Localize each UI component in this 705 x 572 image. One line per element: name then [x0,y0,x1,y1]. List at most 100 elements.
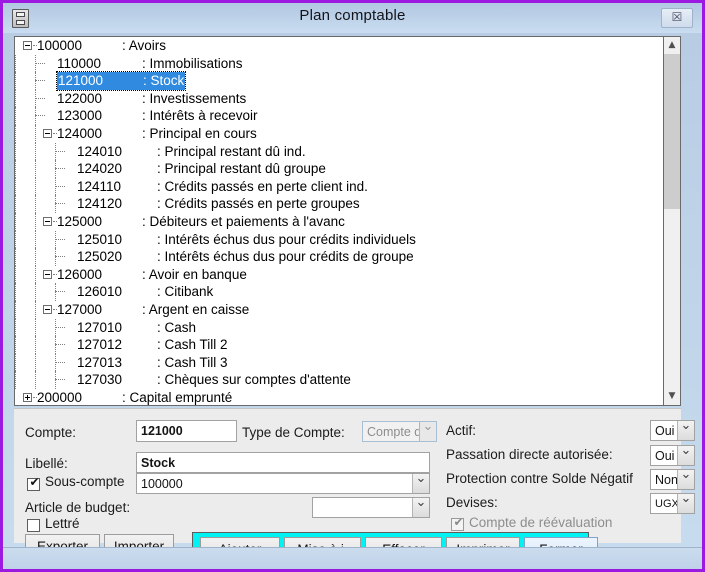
tree-row[interactable]: 123000: Intérêts à recevoir [15,107,663,125]
account-code: 127012 [77,337,123,353]
tree-row-label: 125010: Intérêts échus dus pour crédits … [77,231,416,249]
tree-row[interactable]: 127030: Chèques sur comptes d'attente [15,371,663,389]
protection-solde-negatif-select[interactable]: Non [650,469,695,490]
account-name: : Avoir en banque [142,266,247,282]
tree-row[interactable]: 124120: Crédits passés en perte groupes [15,195,663,213]
chevron-down-icon[interactable] [412,474,429,493]
collapse-node-icon[interactable] [43,128,52,138]
actif-label: Actif: [446,423,477,438]
scroll-up-button[interactable]: ▲ [664,37,680,54]
devises-select[interactable]: UGX [650,493,695,514]
tree-row[interactable]: 125020 : Intérêts échus dus pour crédits … [15,248,663,266]
tree-elbow-line [55,379,65,381]
tree-guide-line [15,142,16,161]
sous-compte-select[interactable]: 100000 [136,473,430,494]
account-name: : Cash Till 3 [157,354,228,370]
account-code: 124010 [77,143,123,159]
account-name: : Intérêts échus dus pour crédits de gro… [157,249,414,265]
tree-row[interactable]: 121000: Stock [15,71,663,91]
tree-row-label: 127000: Argent en caisse [57,301,249,319]
tree-row-label: 125000: Débiteurs et paiements à l'avanc [57,213,345,231]
tree-row[interactable]: 126010: Citibank [15,283,663,301]
tree-row[interactable]: 124020 : Principal restant dû groupe [15,160,663,178]
tree-guide-line [35,230,36,249]
account-code: 124020 [77,161,123,177]
account-code: 127013 [77,354,123,370]
tree-row-label: 124120: Crédits passés en perte groupes [77,195,360,213]
tree-guide-line [35,265,36,284]
actif-select[interactable]: Oui [650,420,695,441]
tree-elbow-line [35,115,45,117]
compte-input[interactable] [136,420,237,442]
account-detail-form: Compte: Type de Compte: Compte de Libell… [14,408,695,543]
passation-directe-select[interactable]: Oui [650,445,695,466]
tree-guide-line [15,353,16,372]
passation-directe-label: Passation directe autorisée: [446,447,613,462]
tree-row[interactable]: 124110: Crédits passés en perte client i… [15,177,663,196]
chevron-down-icon[interactable] [677,446,694,465]
account-tree-list[interactable]: 100000: Avoirs 110000: Immobilisations 121… [15,37,663,405]
account-code: 124110 [77,178,122,194]
tree-guide-line [35,124,36,143]
chevron-down-icon[interactable] [677,470,694,489]
libelle-input[interactable] [136,452,430,473]
sous-compte-label: Sous-compte [45,474,125,489]
account-name: : Principal restant dû groupe [157,161,326,177]
collapse-node-icon[interactable] [43,216,52,226]
collapse-node-icon[interactable] [43,304,52,314]
tree-elbow-line [55,256,65,258]
account-code: 125000 [57,213,103,229]
tree-row[interactable]: 127013 : Cash Till 3 [15,353,663,372]
tree-guide-line [15,265,16,284]
chevron-down-icon[interactable] [412,498,429,517]
tree-row-label: 124000: Principal en cours [57,125,257,143]
compte-reevaluation-label: Compte de réévaluation [469,515,613,530]
tree-row[interactable]: 200000: Capital emprunté [15,389,663,405]
tree-guide-line [35,248,36,266]
tree-row[interactable]: 127010: Cash [15,318,663,337]
article-de-budget-select[interactable] [312,497,430,518]
tree-row-label: 100000: Avoirs [37,37,166,55]
chevron-down-icon[interactable] [677,494,694,513]
account-tree-panel[interactable]: 100000: Avoirs 110000: Immobilisations 121… [14,36,681,406]
account-code: 127010 [77,319,123,335]
tree-row[interactable]: 122000: Investissements [15,89,663,108]
tree-elbow-line [55,150,65,152]
tree-guide-line [15,160,16,178]
tree-row[interactable]: 126000: Avoir en banque [15,265,663,284]
tree-row[interactable]: 125000: Débiteurs et paiements à l'avanc [15,212,663,231]
collapse-node-icon[interactable] [23,41,32,50]
tree-row[interactable]: 110000: Immobilisations [15,54,663,73]
account-code: 125010 [77,231,123,247]
tree-row-label: 127010: Cash [77,319,196,337]
devises-label: Devises: [446,495,498,510]
tree-row[interactable]: 124000: Principal en cours [15,124,663,143]
tree-row[interactable]: 127012: Cash Till 2 [15,336,663,354]
tree-row[interactable]: 125010: Intérêts échus dus pour crédits … [15,230,663,249]
collapse-node-icon[interactable] [43,269,52,279]
close-button[interactable]: ☒ [661,8,693,28]
tree-row-label: 125020 : Intérêts échus dus pour crédits … [77,248,414,266]
expand-node-icon[interactable] [23,392,32,402]
scrollbar-thumb[interactable] [664,54,680,209]
lettre-checkbox[interactable] [27,519,40,532]
tree-elbow-line [35,97,45,99]
tree-row[interactable]: 124010: Principal restant dû ind. [15,142,663,161]
plan-comptable-window: Plan comptable ☒ 100000: Avoirs 110000: I… [0,0,705,572]
sous-compte-checkbox[interactable] [27,475,41,491]
protection-solde-negatif-value: Non [655,473,678,487]
tree-row[interactable]: 127000: Argent en caisse [15,300,663,319]
account-name: : Argent en caisse [142,301,250,317]
article-de-budget-label: Article de budget: [25,500,131,515]
account-code: 125020 [77,249,123,265]
tree-guide-line [15,177,16,196]
tree-guide-line [35,160,36,178]
tree-row[interactable]: 100000: Avoirs [15,37,663,55]
tree-vertical-scrollbar[interactable]: ▲ ▼ [663,37,680,405]
scrollbar-track[interactable] [664,209,680,388]
tree-guide-line [35,336,36,354]
scroll-down-button[interactable]: ▼ [664,388,680,405]
account-name: : Avoirs [122,38,167,53]
chevron-down-icon[interactable] [677,421,694,440]
libelle-label: Libellé: [25,456,68,471]
